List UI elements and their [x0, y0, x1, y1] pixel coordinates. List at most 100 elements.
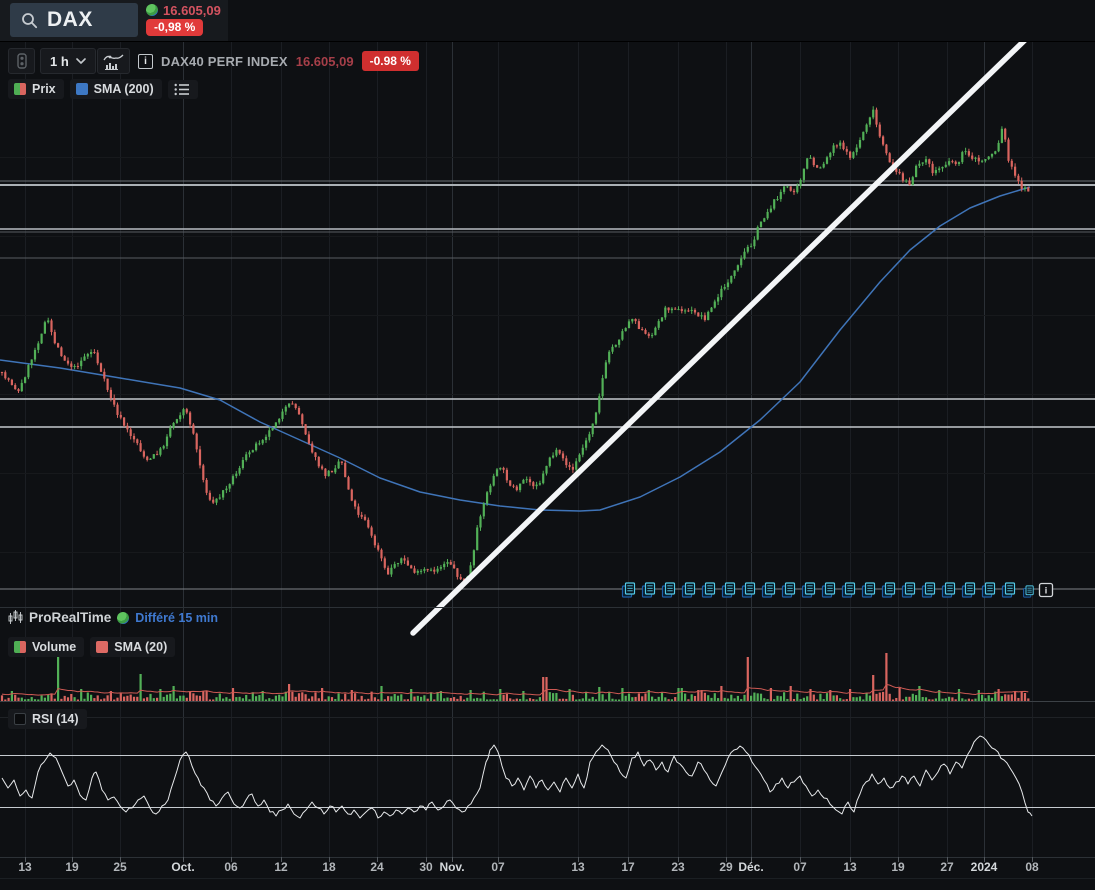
lock-icon	[16, 53, 27, 69]
volume-bar	[258, 694, 261, 701]
volume-bar	[456, 698, 459, 701]
legend-prix[interactable]: Prix	[8, 79, 64, 99]
candle	[370, 527, 373, 536]
volume-bar	[274, 695, 277, 701]
volume-bar	[492, 699, 495, 701]
watermark: ProRealTime Différé 15 min	[8, 609, 218, 626]
volume-bar	[641, 696, 644, 701]
candle	[707, 311, 710, 321]
news-icon[interactable]	[1001, 582, 1016, 598]
volume-bar	[116, 697, 119, 701]
candle	[212, 499, 215, 503]
news-icon[interactable]	[921, 582, 936, 598]
candle	[515, 486, 518, 491]
news-icon[interactable]	[821, 582, 836, 598]
news-icon[interactable]	[661, 582, 676, 598]
news-icon[interactable]	[801, 582, 816, 598]
news-icon[interactable]	[1023, 585, 1034, 598]
candle	[433, 569, 436, 572]
candle	[66, 360, 70, 364]
instrument-name: DAX40 PERF INDEX	[161, 53, 288, 69]
candle	[195, 433, 198, 450]
news-icon[interactable]	[881, 582, 896, 598]
legend-sma20-label: SMA (20)	[114, 640, 168, 654]
news-icon[interactable]	[981, 582, 996, 598]
candle	[466, 576, 469, 582]
candle	[396, 563, 400, 565]
candle	[459, 576, 462, 580]
candle	[594, 412, 598, 424]
volume-bar	[931, 699, 934, 701]
chart-type-button[interactable]	[97, 48, 130, 74]
volume-bar	[175, 698, 178, 701]
volume-bar	[383, 699, 386, 701]
lock-button[interactable]	[8, 48, 35, 74]
x-axis-label: 06	[224, 860, 238, 874]
news-icon[interactable]	[961, 582, 976, 598]
news-icon[interactable]	[741, 582, 756, 598]
volume-bar	[647, 690, 650, 701]
volume-bar	[842, 699, 845, 701]
news-icon[interactable]	[721, 582, 736, 598]
timeframe-label: 1 h	[50, 53, 69, 69]
symbol-search-box[interactable]: DAX	[10, 3, 138, 37]
delay-label[interactable]: Différé 15 min	[135, 611, 218, 625]
news-icon[interactable]	[901, 582, 916, 598]
news-icon[interactable]	[781, 582, 796, 598]
volume-bar	[792, 698, 796, 701]
candle	[634, 318, 637, 322]
candle	[786, 186, 789, 188]
volume-bar	[50, 693, 53, 701]
candle	[317, 456, 320, 467]
volume-bar	[251, 692, 254, 701]
volume-bar	[703, 692, 706, 701]
candle	[585, 440, 588, 448]
candle	[410, 565, 413, 569]
candle	[505, 469, 508, 481]
candle	[561, 453, 565, 459]
candle	[113, 397, 116, 405]
news-icon[interactable]	[761, 582, 776, 598]
volume-bar	[462, 699, 466, 701]
x-axis-label: 30	[419, 860, 433, 874]
volume-bar	[565, 698, 568, 701]
news-info-icon[interactable]: i	[1038, 582, 1054, 598]
legend-rsi[interactable]: RSI (14)	[8, 709, 87, 729]
volume-bar	[0, 695, 4, 701]
volume-bar	[736, 695, 739, 701]
volume-bar	[812, 694, 815, 701]
news-icon[interactable]	[841, 582, 856, 598]
candle	[944, 164, 947, 167]
news-icon[interactable]	[861, 582, 876, 598]
volume-bar	[373, 697, 376, 701]
volume-bar	[86, 692, 89, 701]
indicator-list-button[interactable]	[167, 79, 198, 99]
quote-summary: 16.605,09 -0,98 %	[146, 2, 221, 36]
legend-sma20[interactable]: SMA (20)	[90, 637, 176, 657]
candlestick-icon	[8, 610, 23, 624]
instrument-change-badge: -0.98 %	[361, 51, 419, 71]
legend-volume[interactable]: Volume	[8, 637, 85, 657]
x-axis-label: 27	[940, 860, 954, 874]
volume-bar	[90, 694, 93, 701]
info-icon[interactable]: i	[138, 53, 153, 69]
news-icon[interactable]	[621, 582, 636, 598]
volume-bar	[957, 689, 961, 701]
news-icon[interactable]	[701, 582, 716, 598]
candle	[291, 403, 294, 405]
timeframe-dropdown[interactable]: 1 h	[40, 48, 96, 74]
candle	[974, 157, 977, 159]
rsi-color-icon	[14, 713, 26, 725]
volume-bar	[981, 694, 984, 701]
candle	[390, 567, 393, 575]
volume-bar	[809, 689, 812, 701]
news-icon[interactable]	[941, 582, 956, 598]
volume-bar	[132, 696, 136, 701]
candle	[819, 167, 822, 169]
volume-bar	[235, 697, 238, 701]
candle	[288, 403, 291, 407]
news-icon[interactable]	[681, 582, 696, 598]
legend-sma200[interactable]: SMA (200)	[69, 79, 162, 99]
volume-bar	[525, 699, 528, 701]
news-icon[interactable]	[641, 582, 656, 598]
